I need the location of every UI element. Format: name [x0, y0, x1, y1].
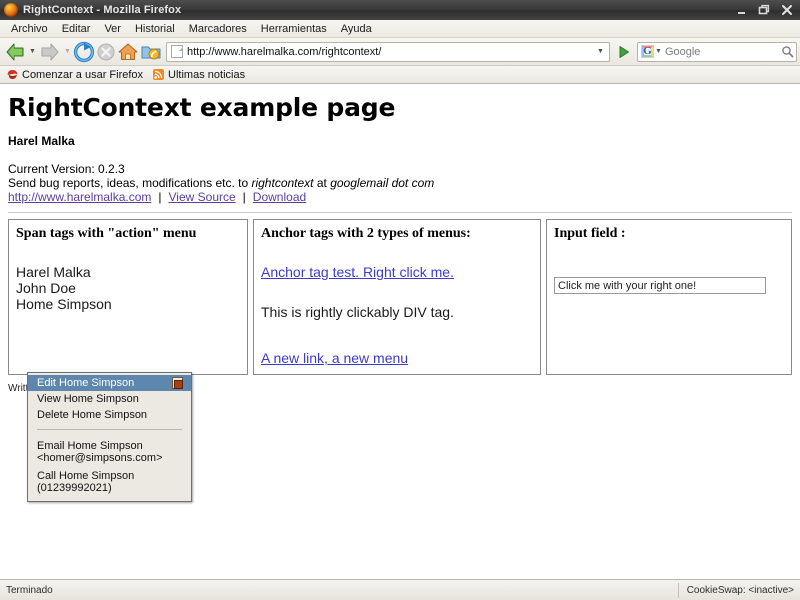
page-author: Harel Malka [8, 134, 75, 148]
navigation-toolbar: ▼ ▼ http://www.harelmalka.com/rightconte… [0, 38, 800, 66]
menu-marcadores[interactable]: Marcadores [182, 22, 254, 36]
input-field-box: Input field : [546, 219, 792, 375]
home-button[interactable] [117, 39, 139, 65]
reload-button[interactable] [73, 39, 95, 65]
span-box-title: Span tags with "action" menu [16, 226, 197, 241]
forward-history-dropdown: ▼ [64, 48, 71, 55]
stop-icon [97, 43, 115, 60]
span-name-john-doe[interactable]: John Doe [16, 280, 240, 296]
firefox-icon [4, 3, 18, 17]
menu-bar: Archivo Editar Ver Historial Marcadores … [0, 20, 800, 38]
span-tags-box: Span tags with "action" menu Harel Malka… [8, 219, 248, 375]
context-menu-item-label: View Home Simpson [37, 393, 139, 405]
page-favicon-icon [171, 45, 183, 58]
menu-historial[interactable]: Historial [128, 22, 182, 36]
context-menu-item-sublabel: (01239992021) [37, 482, 112, 494]
firefox-bookmark-icon [7, 70, 18, 79]
url-text[interactable]: http://www.harelmalka.com/rightcontext/ [187, 46, 594, 58]
bookmark-comenzar-firefox[interactable]: Comenzar a usar Firefox [4, 68, 147, 81]
context-menu: Edit Home Simpson View Home Simpson Dele… [27, 372, 192, 502]
context-menu-item-edit[interactable]: Edit Home Simpson [28, 375, 191, 391]
stop-button [96, 39, 116, 65]
minimize-button[interactable] [730, 1, 752, 19]
new-link[interactable]: A new link, a new menu [261, 350, 533, 366]
contact-emphasis-1: rightcontext [251, 176, 314, 190]
demo-boxes: Span tags with "action" menu Harel Malka… [8, 219, 792, 375]
url-dropdown-icon[interactable]: ▼ [594, 43, 607, 61]
context-menu-item-delete[interactable]: Delete Home Simpson [28, 407, 191, 423]
forward-button [38, 39, 62, 65]
back-history-dropdown[interactable]: ▼ [28, 39, 37, 65]
magnifier-icon[interactable] [778, 45, 796, 58]
title-bar: RightContext - Mozilla Firefox [0, 0, 800, 20]
context-menu-item-view[interactable]: View Home Simpson [28, 391, 191, 407]
browser-window: RightContext - Mozilla Firefox Archivo E… [0, 0, 800, 600]
span-name-home-simpson[interactable]: Home Simpson [16, 296, 240, 312]
reload-icon [73, 41, 95, 62]
feed-folder-button[interactable] [140, 39, 162, 65]
page-content: RightContext example page Harel Malka Cu… [0, 84, 800, 579]
context-menu-item-call[interactable]: Call Home Simpson (01239992021) [28, 467, 191, 497]
context-menu-item-email[interactable]: Email Home Simpson <homer@simpsons.com> [28, 437, 191, 467]
status-text: Terminado [6, 584, 53, 596]
forward-arrow-icon [41, 42, 59, 61]
feed-folder-icon [141, 46, 161, 59]
context-menu-separator [37, 429, 182, 430]
span-name-harel-malka[interactable]: Harel Malka [16, 264, 240, 280]
contact-pre: Send bug reports, ideas, modifications e… [8, 176, 252, 190]
bookmarks-toolbar: Comenzar a usar Firefox Ultimas noticias [0, 66, 800, 84]
search-engine-dropdown-icon[interactable]: ▼ [655, 48, 662, 55]
context-menu-item-label: Edit Home Simpson [37, 377, 135, 389]
menu-herramientas[interactable]: Herramientas [254, 22, 334, 36]
search-input[interactable]: Google [665, 46, 778, 58]
back-arrow-icon [6, 42, 24, 61]
context-menu-item-label: Delete Home Simpson [37, 409, 148, 421]
context-menu-item-label: Email Home Simpson [37, 440, 143, 452]
contact-line: Send bug reports, ideas, modifications e… [8, 176, 792, 190]
page-title: RightContext example page [8, 93, 396, 122]
anchor-tag-test-link[interactable]: Anchor tag test. Right click me. [261, 264, 533, 280]
menu-editar[interactable]: Editar [55, 22, 98, 36]
menu-archivo[interactable]: Archivo [4, 22, 55, 36]
go-button[interactable] [614, 41, 634, 63]
menu-ayuda[interactable]: Ayuda [334, 22, 379, 36]
version-line: Current Version: 0.2.3 [8, 162, 125, 176]
input-box-title: Input field : [554, 226, 626, 241]
contact-emphasis-2: googlemail dot com [330, 176, 435, 190]
bookmark-label: Comenzar a usar Firefox [22, 68, 144, 81]
edit-document-icon [172, 377, 183, 389]
home-icon [118, 42, 138, 60]
meta-links: http://www.harelmalka.com | View Source | Do… [8, 190, 792, 205]
clickable-div-text[interactable]: This is rightly clickably DIV tag. [261, 304, 533, 320]
restore-button[interactable] [753, 1, 775, 19]
url-bar[interactable]: http://www.harelmalka.com/rightcontext/ … [166, 41, 610, 62]
bookmark-ultimas-noticias[interactable]: Ultimas noticias [150, 68, 249, 81]
status-bar: Terminado CookieSwap: <inactive> [0, 579, 800, 600]
cookieswap-status[interactable]: CookieSwap: <inactive> [677, 582, 794, 598]
link-separator: | [242, 190, 246, 204]
search-bar[interactable]: G ▼ Google [637, 41, 797, 62]
link-separator: | [158, 190, 162, 204]
horizontal-rule [8, 212, 792, 213]
back-button[interactable] [3, 39, 27, 65]
google-logo-icon[interactable]: G [641, 45, 654, 58]
window-controls [730, 0, 798, 20]
link-view-source[interactable]: View Source [169, 190, 236, 204]
right-click-text-input[interactable] [554, 277, 766, 294]
context-menu-item-sublabel: <homer@simpsons.com> [37, 452, 163, 464]
bookmark-label: Ultimas noticias [168, 68, 246, 81]
window-title: RightContext - Mozilla Firefox [23, 4, 182, 16]
rss-feed-icon [153, 69, 165, 80]
anchor-tags-box: Anchor tags with 2 types of menus: Ancho… [253, 219, 541, 375]
menu-ver[interactable]: Ver [97, 22, 128, 36]
anchor-box-title: Anchor tags with 2 types of menus: [261, 226, 471, 241]
contact-mid: at [313, 176, 331, 190]
go-arrow-icon [619, 45, 629, 58]
link-download[interactable]: Download [253, 190, 306, 204]
close-button[interactable] [776, 1, 798, 19]
context-menu-item-label: Call Home Simpson [37, 470, 135, 482]
span-names-list: Harel Malka John Doe Home Simpson [16, 264, 240, 312]
link-homepage[interactable]: http://www.harelmalka.com [8, 190, 151, 204]
